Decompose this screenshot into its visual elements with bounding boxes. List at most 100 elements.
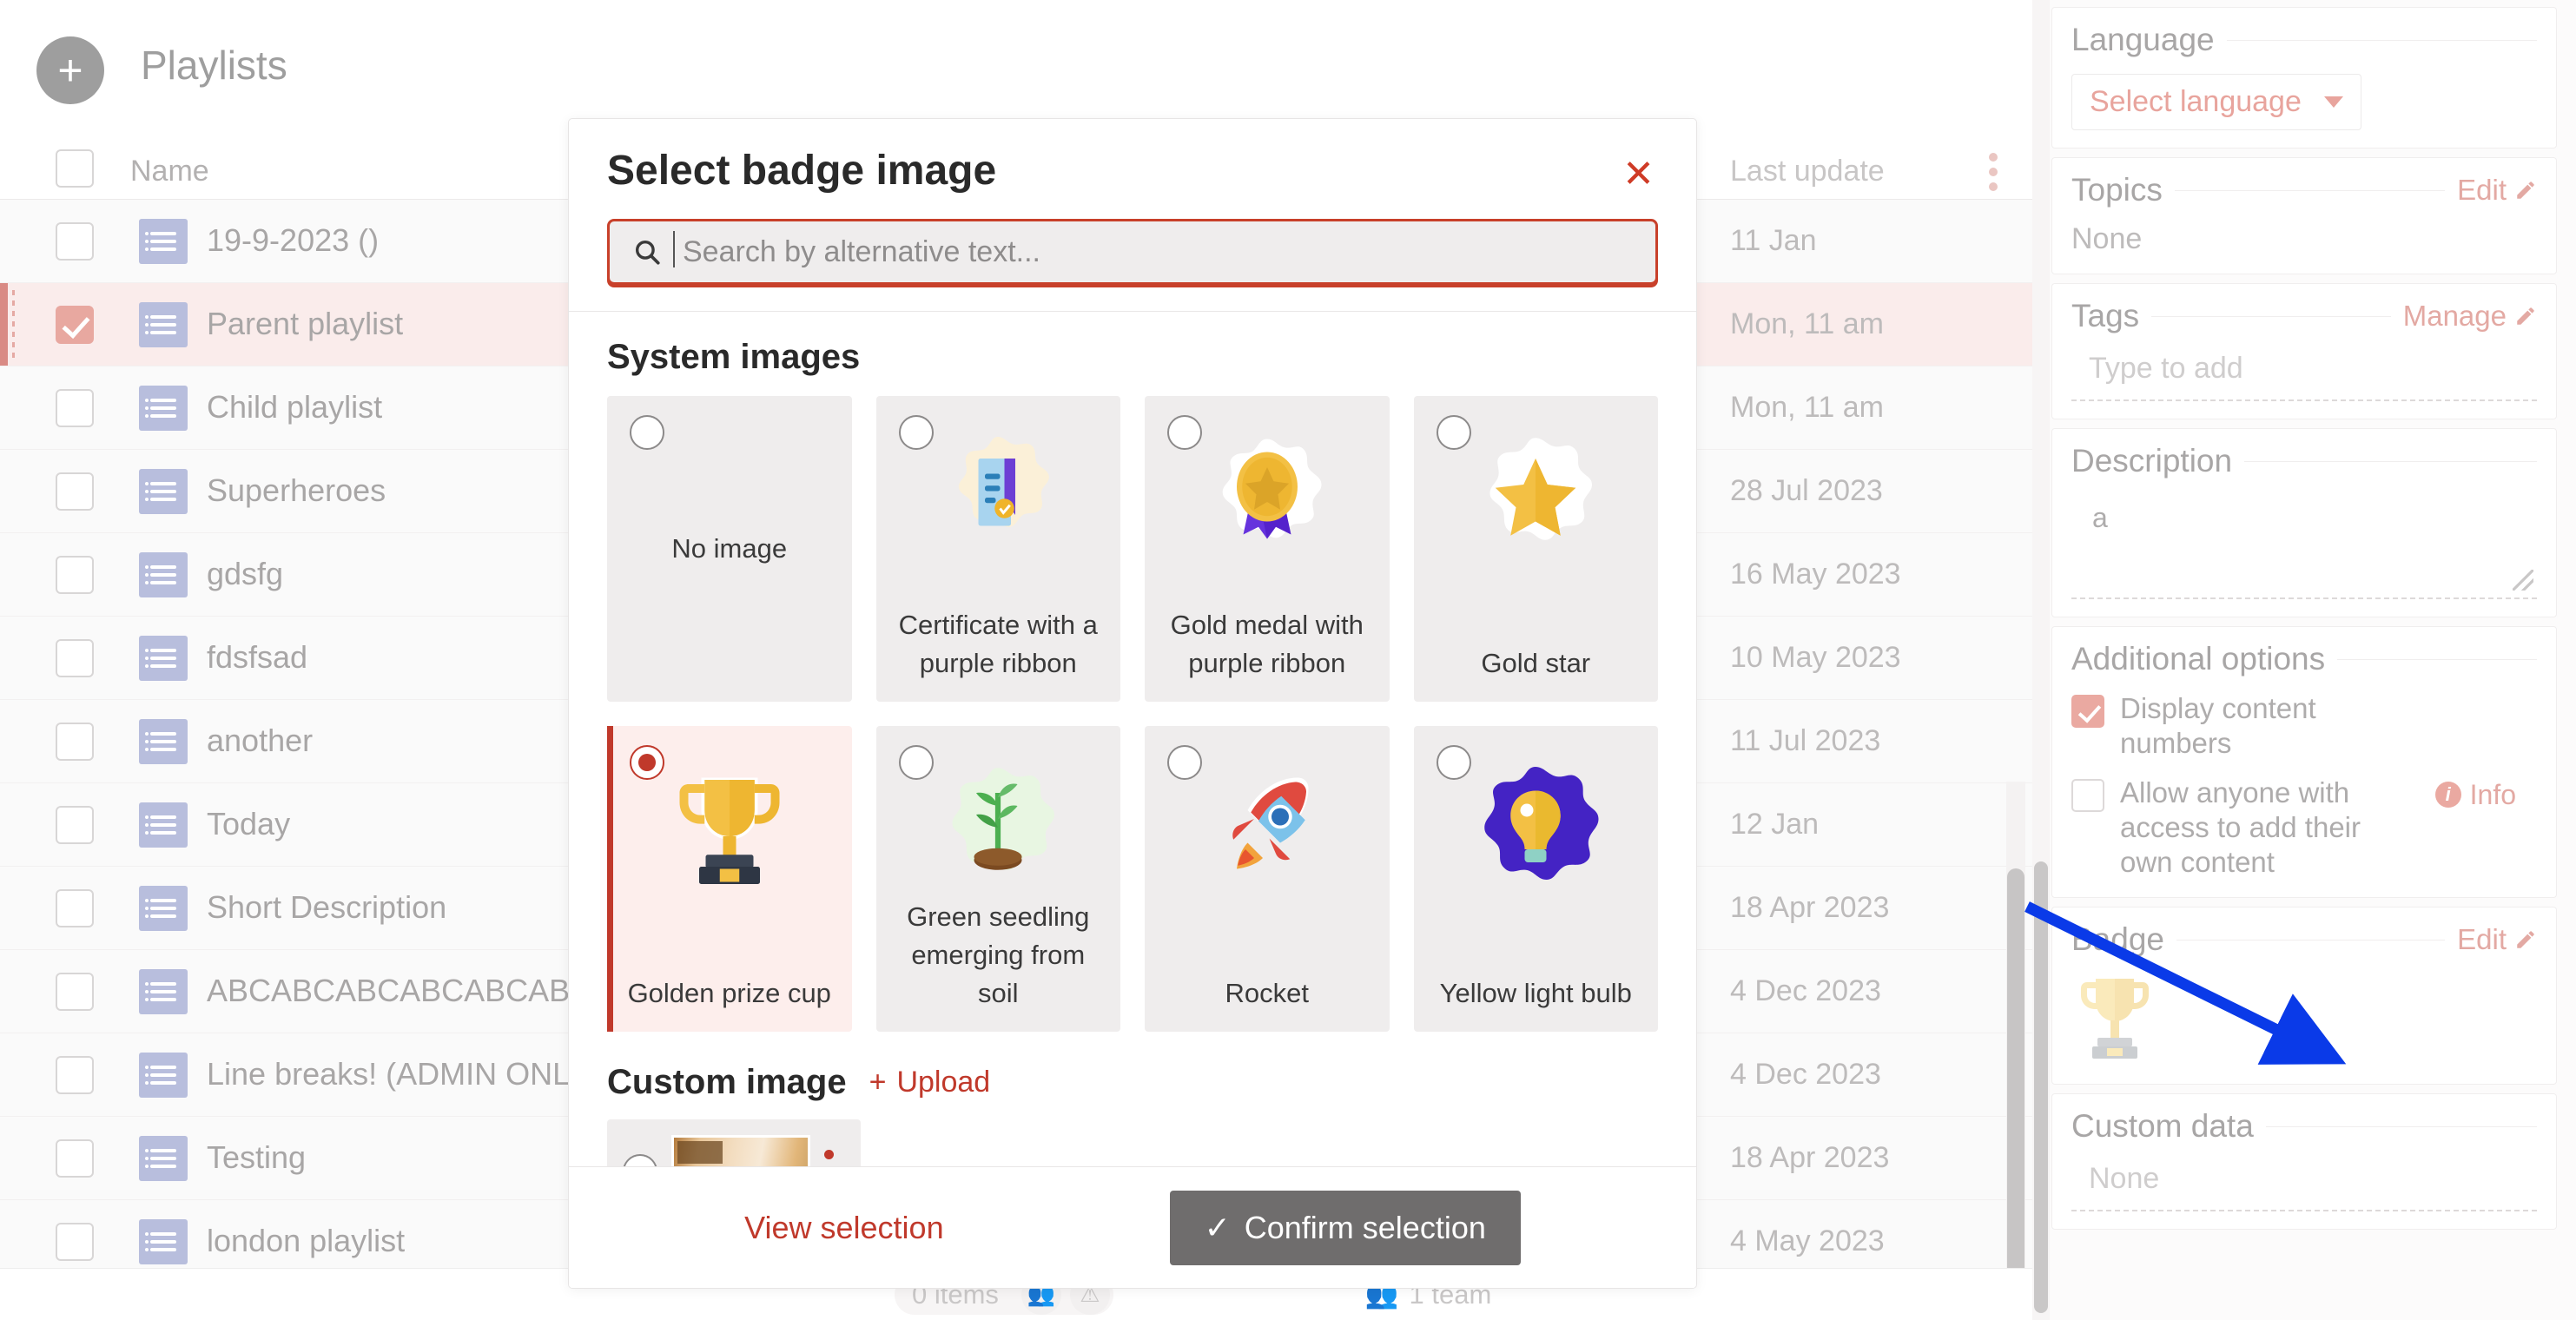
row-checkbox[interactable] xyxy=(56,639,94,677)
column-header-name: Name xyxy=(130,155,209,188)
badge-edit-button[interactable]: Edit xyxy=(2457,923,2537,956)
system-image-tile[interactable]: Green seedling emerging from soil xyxy=(875,726,1120,1032)
divider xyxy=(2265,1125,2537,1127)
row-checkbox[interactable] xyxy=(56,556,94,594)
column-header-last-update: Last update xyxy=(1730,155,1885,188)
system-image-tile[interactable]: Gold medal with purple ribbon xyxy=(1145,396,1390,702)
playlist-name: london playlist xyxy=(207,1223,406,1258)
select-all-checkbox[interactable] xyxy=(56,149,94,188)
system-images-grid: No image Certificate with a purple ribbon… xyxy=(607,396,1658,1032)
playlist-icon xyxy=(139,802,188,848)
tags-manage-label: Manage xyxy=(2402,300,2507,332)
tags-manage-button[interactable]: Manage xyxy=(2403,300,2537,333)
display-content-numbers-label: Display content numbers xyxy=(2120,692,2316,760)
topics-header: Topics Edit xyxy=(2071,172,2537,208)
row-checkbox[interactable] xyxy=(56,1223,94,1261)
view-selection-link[interactable]: View selection xyxy=(744,1210,943,1246)
playlist-name: another xyxy=(207,723,314,758)
system-image-tile[interactable]: No image xyxy=(607,396,852,702)
system-image-tile[interactable]: Gold star xyxy=(1413,396,1658,702)
row-checkbox[interactable] xyxy=(56,723,94,761)
close-icon[interactable]: ✕ xyxy=(1622,155,1655,194)
system-image-label: Certificate with a purple ribbon xyxy=(898,609,1098,678)
topics-title: Topics xyxy=(2071,172,2163,208)
divider xyxy=(2151,315,2391,317)
system-image-radio[interactable] xyxy=(898,745,934,780)
confirm-selection-button[interactable]: ✓ Confirm selection xyxy=(1169,1190,1521,1265)
playlist-last-update: 4 Dec 2023 xyxy=(1730,1058,1881,1091)
row-checkbox[interactable] xyxy=(56,222,94,261)
system-image-tile[interactable]: Golden prize cup xyxy=(607,726,852,1032)
custom-data-value: None xyxy=(2071,1162,2537,1212)
page-title: Playlists xyxy=(141,43,287,88)
row-checkbox[interactable] xyxy=(56,1139,94,1178)
description-value: a xyxy=(2092,502,2108,533)
option-display-content-numbers[interactable]: Display content numbers xyxy=(2071,691,2537,762)
playlist-last-update: Mon, 11 am xyxy=(1730,307,1885,340)
row-checkbox[interactable] xyxy=(56,973,94,1011)
playlist-name: gdsfg xyxy=(207,556,284,591)
row-checkbox[interactable] xyxy=(56,472,94,511)
topics-edit-button[interactable]: Edit xyxy=(2457,174,2537,207)
option-allow-anyone-add-content[interactable]: Allow anyone with access to add their ow… xyxy=(2071,776,2537,881)
modal-title: Select badge image xyxy=(607,148,997,194)
info-button[interactable]: i Info xyxy=(2434,778,2516,811)
system-image-tile[interactable]: Rocket xyxy=(1145,726,1390,1032)
system-image-radio[interactable] xyxy=(1436,415,1471,450)
topics-card: Topics Edit None xyxy=(2051,157,2557,274)
row-checkbox[interactable] xyxy=(56,806,94,844)
playlist-icon xyxy=(139,469,188,514)
system-image-label: No image xyxy=(671,532,788,564)
playlist-icon xyxy=(139,302,188,347)
playlist-name: 19-9-2023 () xyxy=(207,222,380,258)
custom-image-item[interactable] xyxy=(607,1119,861,1166)
divider xyxy=(2174,189,2446,191)
row-checkbox[interactable] xyxy=(56,306,94,344)
tags-input[interactable]: Type to add xyxy=(2071,352,2537,401)
system-image-radio[interactable] xyxy=(1167,745,1202,780)
system-image-radio[interactable] xyxy=(630,745,664,780)
kebab-icon[interactable] xyxy=(1989,153,1998,191)
playlist-name: Superheroes xyxy=(207,472,386,508)
sidebar-scrollbar-track[interactable] xyxy=(2032,0,2050,1320)
system-image-tile[interactable]: Yellow light bulb xyxy=(1413,726,1658,1032)
playlist-last-update: Mon, 11 am xyxy=(1730,391,1885,424)
search-input[interactable]: Search by alternative text... xyxy=(607,219,1658,285)
custom-data-header: Custom data xyxy=(2071,1108,2537,1145)
allow-anyone-label: Allow anyone with access to add their ow… xyxy=(2120,776,2361,879)
row-checkbox[interactable] xyxy=(56,1056,94,1094)
display-content-numbers-checkbox[interactable] xyxy=(2071,695,2104,728)
playlist-icon xyxy=(139,1219,188,1264)
playlist-icon xyxy=(139,1136,188,1181)
system-image-tile[interactable]: Certificate with a purple ribbon xyxy=(875,396,1120,702)
system-images-title: System images xyxy=(607,338,861,376)
kebab-icon[interactable] xyxy=(824,1149,834,1167)
additional-options-card: Additional options Display content numbe… xyxy=(2051,626,2557,899)
list-scrollbar-thumb[interactable] xyxy=(2007,868,2024,1285)
tags-title: Tags xyxy=(2071,298,2140,333)
topics-edit-label: Edit xyxy=(2457,174,2507,206)
system-image-radio[interactable] xyxy=(630,415,664,450)
row-checkbox[interactable] xyxy=(56,389,94,427)
system-image-radio[interactable] xyxy=(1167,415,1202,450)
info-label: Info xyxy=(2469,778,2516,810)
playlist-last-update: 16 May 2023 xyxy=(1730,558,1901,591)
list-scrollbar-track[interactable] xyxy=(2006,782,2025,1320)
allow-anyone-checkbox[interactable] xyxy=(2071,778,2104,812)
playlist-name: fdsfsad xyxy=(207,639,308,675)
pencil-icon xyxy=(2517,307,2534,325)
language-select[interactable]: Select language xyxy=(2071,74,2361,130)
playlist-icon xyxy=(139,969,188,1014)
system-image-radio[interactable] xyxy=(1436,745,1471,780)
resize-handle[interactable] xyxy=(2513,570,2533,591)
system-image-radio[interactable] xyxy=(898,415,934,450)
certificate-icon xyxy=(933,432,1063,563)
custom-image-radio[interactable] xyxy=(623,1154,657,1166)
row-checkbox[interactable] xyxy=(56,889,94,927)
sidebar-scrollbar-thumb[interactable] xyxy=(2034,861,2048,1313)
custom-images-row xyxy=(607,1119,1658,1166)
upload-button[interactable]: + Upload xyxy=(869,1066,991,1099)
system-image-label: Green seedling emerging from soil xyxy=(907,901,1090,1008)
description-textarea[interactable]: a xyxy=(2071,495,2537,599)
add-playlist-button[interactable]: + xyxy=(36,36,104,104)
